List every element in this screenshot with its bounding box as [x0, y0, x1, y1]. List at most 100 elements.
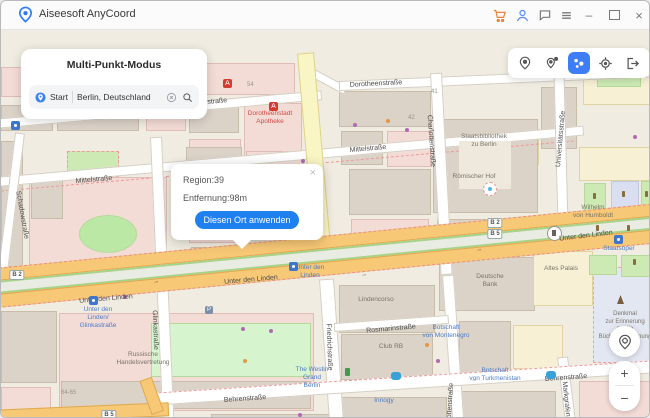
app-logo-pin-icon	[17, 6, 34, 23]
two-point-mode-icon[interactable]	[541, 52, 563, 74]
titlebar: Aiseesoft AnyCoord – ×	[1, 1, 649, 30]
street-label: Glinkastraße	[151, 310, 159, 350]
house-number: 54	[247, 82, 254, 88]
house-number: 42	[408, 115, 415, 121]
road-badge: B 2	[487, 218, 502, 228]
window-title: Aiseesoft AnyCoord	[39, 8, 136, 20]
zoom-in-button[interactable]: +	[609, 361, 640, 385]
pharmacy-label: Dorotheenstadt Apotheke	[248, 110, 292, 126]
map-building	[341, 334, 433, 380]
map-dot	[269, 329, 273, 333]
zoom-out-button[interactable]: −	[609, 386, 640, 410]
transit-stop-icon	[11, 121, 20, 130]
start-location-field[interactable]: Start Berlin, Deutschland	[29, 85, 199, 109]
pharmacy-icon: A	[223, 79, 232, 88]
map-building	[339, 91, 431, 127]
map-building	[513, 325, 563, 369]
tooltip-close-icon[interactable]: ×	[310, 167, 316, 179]
location-tooltip: × Region:39 Entfernung:98m Diesen Ort an…	[171, 164, 323, 240]
region-value: Region:39	[183, 175, 224, 185]
place-label: Club RB	[379, 343, 403, 351]
map-building	[349, 169, 431, 215]
map-building	[533, 251, 593, 306]
map-building	[1, 311, 57, 383]
start-label: Start	[50, 92, 68, 102]
map-building	[579, 147, 650, 181]
single-point-mode-icon[interactable]	[514, 52, 536, 74]
map-building	[211, 414, 331, 418]
poi-label: Unter den Linden/ Glinkastraße	[80, 306, 117, 330]
place-label: Deutsche Bank	[476, 273, 503, 289]
map-dot	[301, 159, 305, 163]
map-dot	[298, 413, 302, 417]
place-label: Altes Palais	[544, 265, 578, 273]
anycoord-window: P A A → → → →	[0, 0, 650, 418]
map-dot	[241, 327, 245, 331]
statue-icon	[645, 191, 648, 197]
poi-label: Botschaft von Montenegro	[423, 324, 470, 340]
menu-icon[interactable]	[557, 6, 575, 24]
map-dot	[243, 359, 247, 363]
poi-label: Innogy	[374, 397, 394, 405]
map-dot	[436, 359, 440, 363]
place-label: Staatsbibliothek zu Berlin	[461, 133, 507, 149]
statue-icon	[627, 225, 630, 231]
maximize-button[interactable]	[605, 6, 623, 24]
oneway-arrow: →	[361, 272, 368, 279]
transit-stop-icon	[614, 235, 623, 244]
map-dot	[633, 135, 637, 139]
poi-label: Botschaft von Turkmenistan	[469, 367, 520, 383]
cart-icon[interactable]	[490, 6, 508, 24]
map-dot	[405, 128, 409, 132]
parking-icon: P	[205, 306, 213, 314]
transit-stop-icon	[89, 296, 98, 305]
panel-title: Multi-Punkt-Modus	[21, 59, 207, 71]
statue-icon	[593, 193, 596, 199]
poi-label: Staatsoper	[603, 245, 634, 253]
road-badge: B 5	[487, 229, 502, 239]
zoom-controls: + −	[609, 361, 640, 411]
map-dot	[353, 123, 357, 127]
map-lawn	[79, 215, 137, 253]
place-label: Russische Handelsvertretung	[116, 351, 169, 367]
place-label: Lindencorso	[358, 296, 393, 304]
map-dot	[425, 343, 429, 347]
multi-point-mode-icon[interactable]	[568, 52, 590, 74]
mode-toolbar	[508, 48, 650, 78]
statue-icon	[622, 191, 625, 197]
oneway-arrow: →	[476, 247, 483, 254]
fountain-icon	[483, 182, 497, 196]
exit-icon[interactable]	[622, 52, 644, 74]
map-building	[456, 391, 556, 418]
close-button[interactable]: ×	[630, 6, 648, 24]
oneway-arrow: →	[153, 279, 160, 286]
search-input-value[interactable]: Berlin, Deutschland	[77, 92, 161, 102]
locate-button[interactable]	[609, 326, 640, 357]
feedback-icon[interactable]	[536, 6, 554, 24]
map-lawn	[151, 323, 311, 377]
clear-icon[interactable]	[166, 92, 177, 103]
map-dot	[386, 119, 390, 123]
house-number: 41	[431, 89, 438, 95]
minimize-button[interactable]: –	[580, 6, 598, 24]
car-icon	[391, 372, 401, 380]
road-badge: B 5	[101, 410, 116, 418]
poi-label: The Westin Grand Berlin	[296, 366, 329, 390]
person-icon	[345, 368, 350, 376]
road-badge: B 2	[9, 270, 24, 280]
apply-location-button[interactable]: Diesen Ort anwenden	[195, 211, 299, 229]
poi-label: Unter den Linden	[296, 264, 325, 280]
statue-icon	[633, 259, 636, 265]
search-icon[interactable]	[182, 92, 193, 103]
multi-point-panel: Multi-Punkt-Modus Start Berlin, Deutschl…	[21, 49, 207, 119]
place-label: Wilhelm von Humboldt	[573, 204, 613, 220]
car-icon	[546, 371, 556, 379]
pharmacy-icon: A	[269, 102, 278, 111]
account-icon[interactable]	[513, 6, 531, 24]
house-number: 64-65	[61, 390, 76, 396]
transit-stop-icon	[289, 262, 298, 271]
crosshair-icon[interactable]	[595, 52, 617, 74]
map-lawn	[589, 255, 617, 275]
field-divider	[72, 91, 73, 103]
distance-value: Entfernung:98m	[183, 193, 247, 203]
